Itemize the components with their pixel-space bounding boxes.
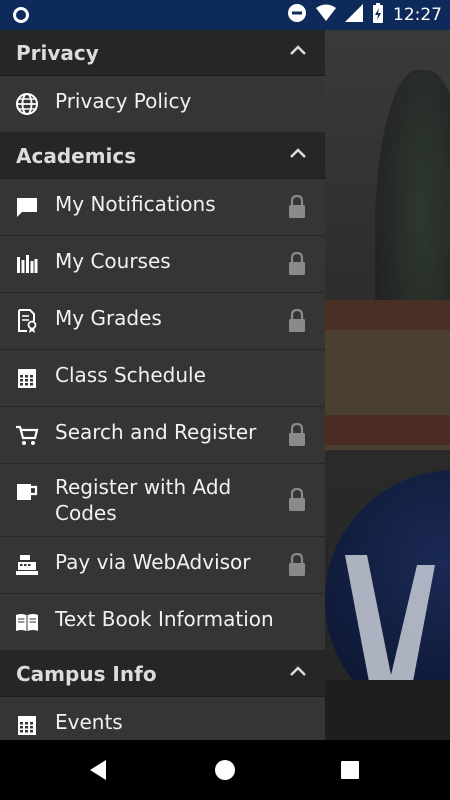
cart-icon (16, 425, 39, 445)
background-photo (325, 30, 450, 740)
chevron-up-icon[interactable] (289, 147, 307, 159)
menu-item-label: My Grades (55, 306, 162, 330)
do-not-disturb-icon (287, 3, 307, 27)
section-title: Privacy (16, 41, 99, 65)
menu-item-privacy-policy[interactable]: Privacy Policy (0, 76, 325, 133)
calendar-icon (18, 369, 36, 388)
globe-icon (16, 93, 38, 115)
open-book-icon (16, 614, 38, 631)
menu-item-label: Privacy Policy (55, 89, 192, 113)
menu-item-events[interactable]: Events (0, 697, 325, 740)
calendar-icon (18, 716, 36, 735)
menu-item-label: Text Book Information (55, 607, 274, 631)
menu-item-search-and-register[interactable]: Search and Register (0, 407, 325, 464)
app-notification-icon (10, 5, 32, 25)
lock-icon (289, 488, 305, 511)
home-icon[interactable] (214, 759, 236, 781)
menu-item-label: Pay via WebAdvisor (55, 550, 251, 574)
navigation-drawer: Privacy Privacy Policy Academics My Noti… (0, 30, 325, 740)
chat-bubble-icon (17, 198, 37, 217)
chevron-up-icon[interactable] (289, 665, 307, 677)
menu-item-class-schedule[interactable]: Class Schedule (0, 350, 325, 407)
wifi-icon (316, 4, 336, 26)
menu-item-label: Events (55, 710, 123, 734)
menu-item-text-book-information[interactable]: Text Book Information (0, 594, 325, 651)
system-navigation-bar (0, 740, 450, 800)
lock-icon (289, 423, 305, 446)
cell-signal-icon (345, 4, 363, 26)
section-title: Academics (16, 144, 137, 168)
section-header-campus-info[interactable]: Campus Info (0, 651, 325, 697)
menu-item-my-courses[interactable]: My Courses (0, 236, 325, 293)
section-header-academics[interactable]: Academics (0, 133, 325, 179)
menu-item-register-with-add-codes[interactable]: Register with Add Codes (0, 464, 325, 537)
chevron-up-icon[interactable] (289, 44, 307, 56)
status-bar: 12:27 (0, 0, 450, 30)
lock-icon (289, 195, 305, 218)
ticket-icon (17, 484, 38, 500)
recent-apps-icon[interactable] (341, 761, 359, 779)
battery-charging-icon (372, 3, 384, 27)
books-icon (17, 255, 38, 273)
menu-item-label: My Courses (55, 249, 171, 273)
lock-icon (289, 252, 305, 275)
section-title: Campus Info (16, 662, 157, 686)
back-icon[interactable] (88, 759, 108, 781)
menu-item-pay-via-webadvisor[interactable]: Pay via WebAdvisor (0, 537, 325, 594)
lock-icon (289, 309, 305, 332)
lock-icon (289, 553, 305, 576)
menu-item-label: Class Schedule (55, 363, 206, 387)
certificate-icon (18, 309, 37, 333)
menu-item-my-notifications[interactable]: My Notifications (0, 179, 325, 236)
cash-register-icon (16, 555, 38, 575)
clock: 12:27 (393, 5, 442, 25)
menu-item-my-grades[interactable]: My Grades (0, 293, 325, 350)
menu-item-label: My Notifications (55, 192, 216, 216)
section-header-privacy[interactable]: Privacy (0, 30, 325, 76)
menu-item-label: Register with Add Codes (55, 475, 232, 525)
menu-item-label: Search and Register (55, 420, 257, 444)
